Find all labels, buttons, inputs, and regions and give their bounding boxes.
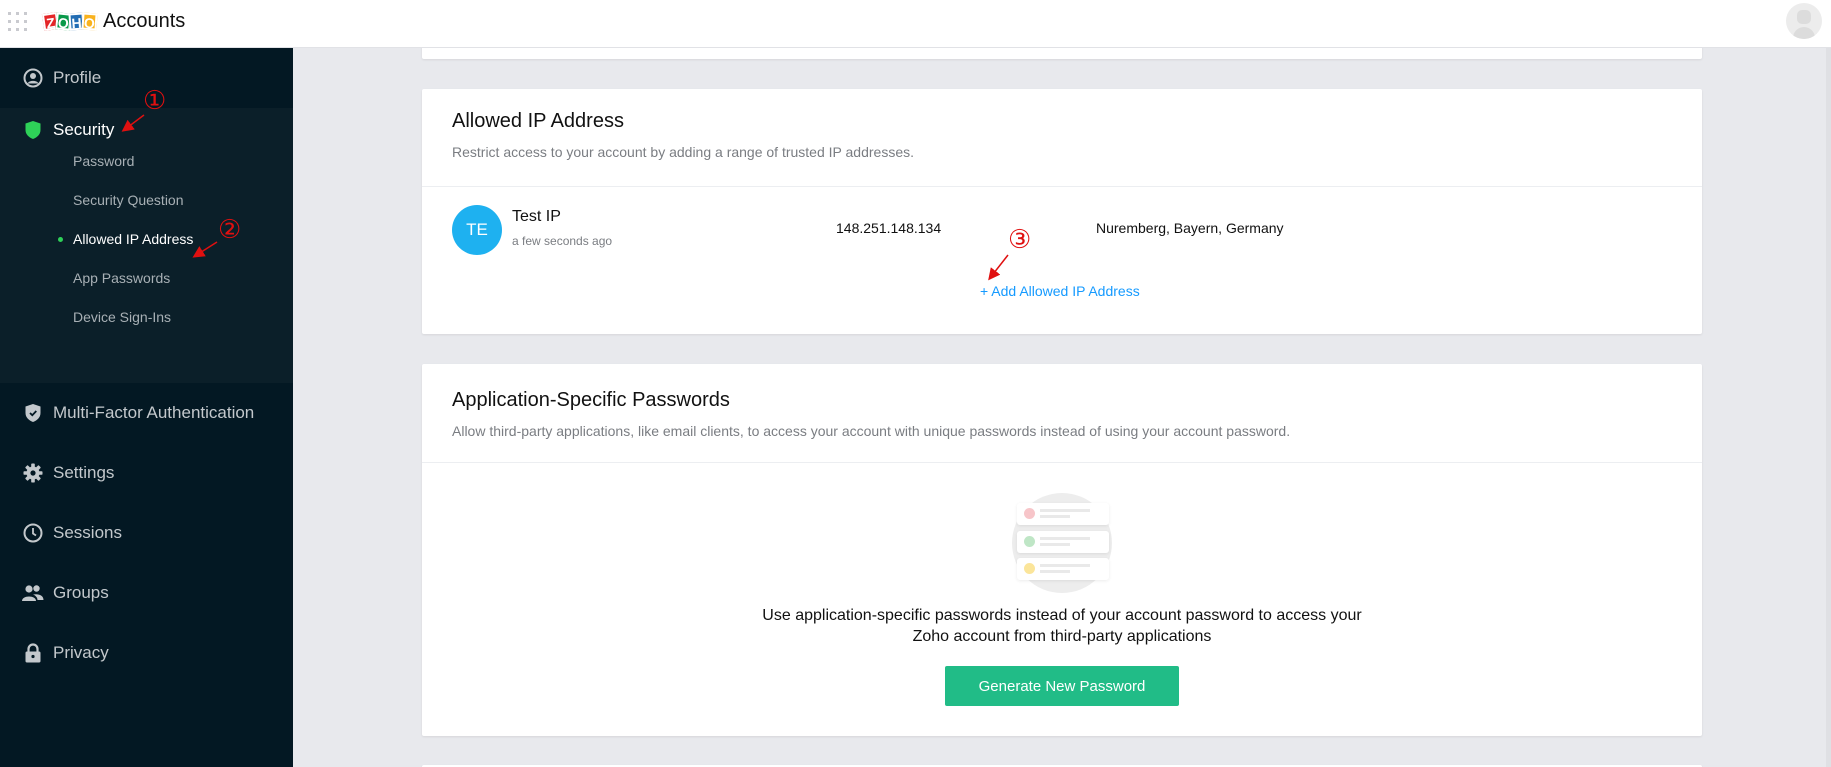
card-description: Restrict access to your account by addin… xyxy=(452,144,914,160)
sidebar-subitem-allowed-ip-address[interactable]: Allowed IP Address xyxy=(73,231,193,247)
top-bar: Z O H O Accounts xyxy=(0,0,1831,48)
sidebar-item-privacy[interactable]: Privacy xyxy=(0,633,293,673)
shield-check-icon xyxy=(22,402,44,424)
empty-state-line: Zoho account from third-party applicatio… xyxy=(912,628,1212,645)
allowed-ip-card: Allowed IP Address Restrict access to yo… xyxy=(422,89,1702,334)
sidebar-subitem-password[interactable]: Password xyxy=(73,153,134,169)
sidebar-item-settings[interactable]: Settings xyxy=(0,453,293,493)
empty-state-text: Use application-specific passwords inste… xyxy=(422,605,1702,647)
sidebar-item-label: Groups xyxy=(53,583,109,602)
sidebar-item-label: Profile xyxy=(53,68,102,87)
ip-avatar: TE xyxy=(452,205,502,255)
empty-state-line: Use application-specific passwords inste… xyxy=(762,607,1362,624)
gear-icon xyxy=(22,462,44,484)
sidebar-subitem-security-question[interactable]: Security Question xyxy=(73,192,184,208)
annotation-marker: ③ xyxy=(1008,225,1032,255)
card-description: Allow third-party applications, like ema… xyxy=(452,423,1291,439)
apps-grid-icon[interactable] xyxy=(8,12,28,34)
sidebar-item-label: Settings xyxy=(53,463,115,482)
user-avatar-icon[interactable] xyxy=(1786,3,1822,39)
sidebar-item-security[interactable]: Security xyxy=(0,110,293,150)
sidebar-item-label: Sessions xyxy=(53,523,122,542)
card-header: Application-Specific Passwords Allow thi… xyxy=(422,364,1702,463)
profile-icon xyxy=(22,67,44,89)
card-title: Allowed IP Address xyxy=(452,110,624,132)
lock-icon xyxy=(22,642,44,664)
groups-icon xyxy=(22,582,44,604)
annotation-marker: ② xyxy=(218,215,242,245)
sidebar-item-label: Privacy xyxy=(53,643,109,662)
empty-state-illustration xyxy=(1012,493,1112,593)
sidebar-item-label: Security xyxy=(53,120,115,139)
card-title: Application-Specific Passwords xyxy=(452,389,730,411)
active-indicator-dot xyxy=(58,237,63,242)
ip-entry-name: Test IP xyxy=(512,208,561,225)
sidebar-item-groups[interactable]: Groups xyxy=(0,573,293,613)
sidebar-item-label: Multi-Factor Authentication xyxy=(53,403,255,422)
shield-icon xyxy=(22,119,44,141)
ip-entry-location: Nuremberg, Bayern, Germany xyxy=(1096,220,1284,236)
app-name: Accounts xyxy=(103,10,186,32)
zoho-logo[interactable]: Z O H O Accounts xyxy=(41,10,186,33)
logo-letter: O xyxy=(81,12,98,31)
sidebar-item-mfa[interactable]: Multi-Factor Authentication xyxy=(0,393,293,433)
card-header: Allowed IP Address Restrict access to yo… xyxy=(422,89,1702,187)
zoho-logo-mark: Z O H O xyxy=(41,12,98,32)
annotation-marker: ① xyxy=(143,86,167,116)
ip-entry-address: 148.251.148.134 xyxy=(836,220,942,236)
clock-icon xyxy=(22,522,44,544)
sidebar-subitem-app-passwords[interactable]: App Passwords xyxy=(73,270,170,286)
scrollbar[interactable] xyxy=(1826,48,1831,767)
sidebar: Profile Security Password Security Quest… xyxy=(0,48,293,767)
ip-entry-time: a few seconds ago xyxy=(512,234,613,248)
sidebar-item-sessions[interactable]: Sessions xyxy=(0,513,293,553)
app-passwords-card: Application-Specific Passwords Allow thi… xyxy=(422,364,1702,736)
generate-new-password-button[interactable]: Generate New Password xyxy=(945,666,1179,706)
add-allowed-ip-link[interactable]: + Add Allowed IP Address xyxy=(980,283,1140,299)
sidebar-subitem-device-sign-ins[interactable]: Device Sign-Ins xyxy=(73,309,171,325)
security-section: Security Password Security Question Allo… xyxy=(0,108,293,383)
